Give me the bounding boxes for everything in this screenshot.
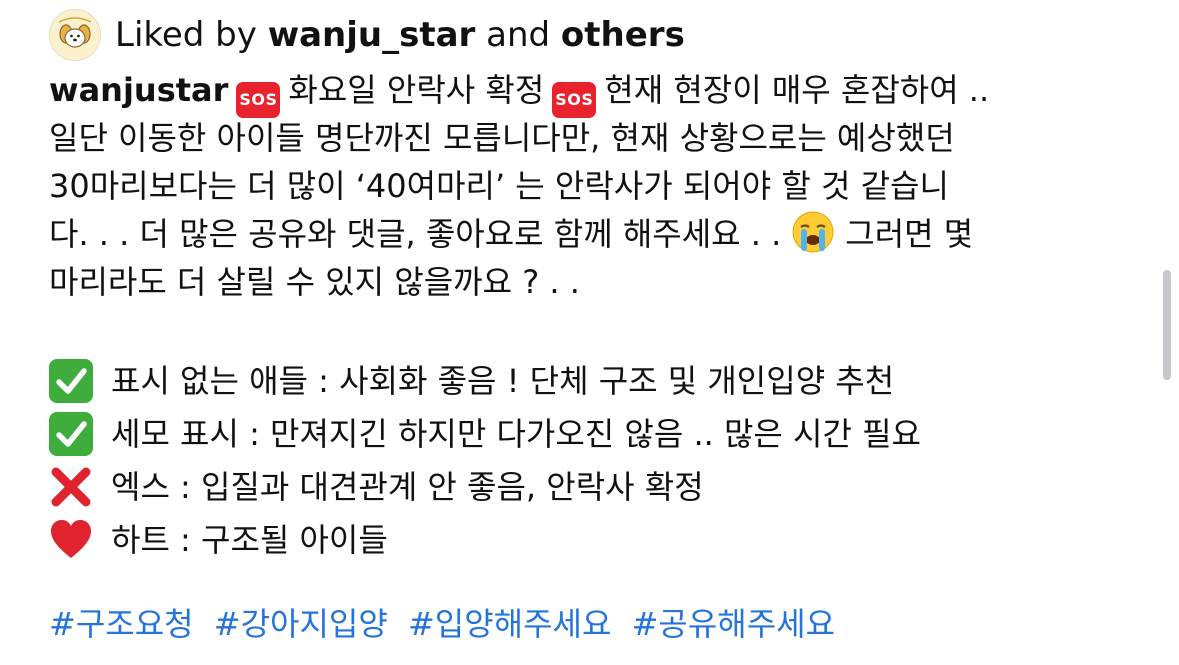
legend-item: 엑스 : 입질과 대견관계 안 좋음, 안락사 확정	[49, 460, 1139, 513]
red-heart-icon	[49, 518, 93, 562]
liked-by-user-link[interactable]: wanju_star	[268, 15, 476, 55]
hashtag-link[interactable]: #입양해주세요	[408, 605, 611, 643]
caption-line-4: 다. . . 더 많은 공유와 댓글, 좋아요로 함께 해주세요 . . 그러면…	[49, 210, 1139, 258]
hashtag-row: #구조요청 #강아지입양 #입양해주세요 #공유해주세요	[49, 600, 845, 648]
check-mark-icon	[49, 411, 93, 456]
hashtag-link[interactable]: #공유해주세요	[632, 605, 835, 643]
caption-line-3: 30마리보다는 더 많이 ‘40여마리’ 는 안락사가 되어야 할 것 같습니	[49, 167, 949, 205]
cross-mark-icon	[49, 465, 93, 509]
dog-cartoon-icon	[51, 11, 99, 59]
scroll-indicator[interactable]	[1163, 270, 1171, 380]
sos-icon: SOS	[552, 82, 597, 118]
caption-text-4a: 다. . . 더 많은 공유와 댓글, 좋아요로 함께 해주세요 . .	[49, 215, 782, 253]
caption-username-link[interactable]: wanjustar	[49, 71, 228, 109]
hashtag-link[interactable]: #구조요청	[49, 605, 194, 643]
sos-icon: SOS	[236, 82, 281, 118]
legend-item: 세모 표시 : 만져지긴 하지만 다가오진 않음 .. 많은 시간 필요	[49, 407, 1139, 460]
legend-text: 하트 : 구조될 아이들	[111, 520, 388, 559]
liked-by-prefix: Liked by	[115, 15, 257, 55]
legend-text: 엑스 : 입질과 대견관계 안 좋음, 안락사 확정	[111, 467, 704, 506]
caption-line-5: 마리라도 더 살릴 수 있지 않을까요 ? . .	[49, 263, 580, 301]
liked-by-connector: and	[486, 15, 551, 55]
legend-text: 표시 없는 애들 : 사회화 좋음 ! 단체 구조 및 개인입양 추천	[111, 361, 895, 400]
liker-avatar[interactable]	[49, 9, 101, 61]
legend-text: 세모 표시 : 만져지긴 하지만 다가오진 않음 .. 많은 시간 필요	[111, 414, 921, 453]
caption-line-2: 일단 이동한 아이들 명단까진 모릅니다만, 현재 상황으로는 예상했던	[49, 119, 955, 157]
caption-line-1: wanjustar SOS 화요일 안락사 확정 SOS 현재 현장이 매우 혼잡하여 …	[49, 66, 1139, 118]
caption-text-1a: 화요일 안락사 확정	[288, 71, 545, 109]
caption-text-4b: 그러면 몇	[845, 215, 974, 253]
legend-item: 표시 없는 애들 : 사회화 좋음 ! 단체 구조 및 개인입양 추천	[49, 354, 1139, 407]
caption-text-1b: 현재 현장이 매우 혼잡하여 ..	[604, 71, 990, 109]
liked-by-text: Liked by wanju_star and others	[115, 10, 685, 60]
hashtag-link[interactable]: #강아지입양	[214, 605, 388, 643]
liked-by-row[interactable]: Liked by wanju_star and others	[49, 9, 685, 61]
legend-item: 하트 : 구조될 아이들	[49, 513, 1139, 566]
loudly-crying-face-icon	[792, 211, 834, 253]
post-caption: wanjustar SOS 화요일 안락사 확정 SOS 현재 현장이 매우 혼잡하여 …	[49, 66, 1139, 566]
liked-by-others-link[interactable]: others	[561, 15, 685, 55]
check-mark-icon	[49, 358, 93, 403]
